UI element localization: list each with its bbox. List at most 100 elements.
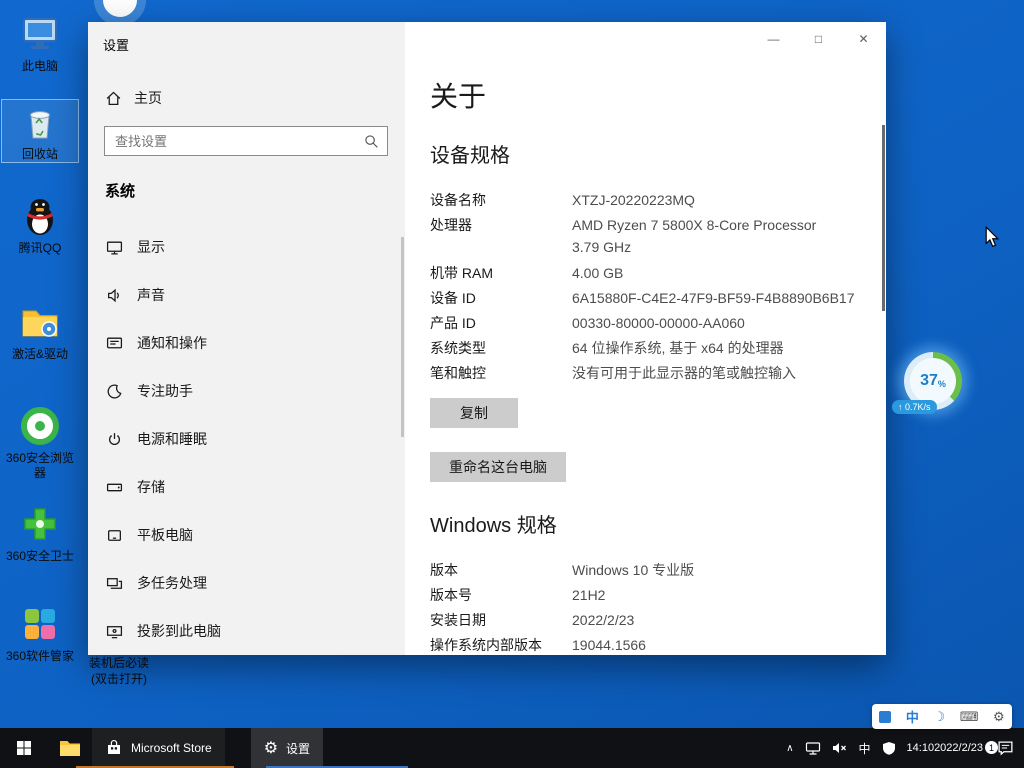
desktop-icon-recycle-bin[interactable]: 回收站 [2,100,78,162]
sidebar-home-label: 主页 [134,88,162,108]
spec-row: 安装日期 2022/2/23 [430,608,886,633]
spec-label: 版本号 [430,583,572,608]
window-title: 设置 [103,35,129,54]
copy-button[interactable]: 复制 [430,398,518,428]
360-manager-icon [18,602,62,646]
sidebar-item-projecting[interactable]: 投影到此电脑 [88,607,405,655]
network-icon[interactable] [805,741,821,756]
sidebar-item-display[interactable]: 显示 [88,223,405,271]
defender-shield-icon[interactable] [882,741,896,756]
ime-indicator[interactable]: 中 [859,740,871,757]
minimize-button[interactable]: — [751,22,796,55]
spec-label: 操作系统内部版本 [430,633,572,655]
home-icon [105,90,122,107]
desktop-icon-360-manager[interactable]: 360软件管家 [2,602,78,664]
taskbar-microsoft-store[interactable]: Microsoft Store [92,728,225,768]
tray-expand-chevron[interactable]: ∧ [786,743,793,754]
windows-spec-rows: 版本 Windows 10 专业版 版本号 21H2 安装日期 2022/2/2… [430,558,886,655]
spec-value: Windows 10 专业版 [572,558,694,583]
percent-unit: % [938,379,946,389]
desktop-icon-label: 此电脑 [2,59,78,74]
sidebar-item-multitasking[interactable]: 多任务处理 [88,559,405,607]
speed-ball-widget[interactable]: 37 % ↑ 0.7K/s [904,352,962,410]
nav-label: 存储 [137,477,165,497]
power-icon [106,431,123,448]
search-icon[interactable] [364,134,379,149]
sidebar-item-sound[interactable]: 声音 [88,271,405,319]
keyboard-icon[interactable]: ⌨ [960,709,979,725]
device-spec-rows: 设备名称 XTZJ-20220223MQ 处理器 AMD Ryzen 7 580… [430,188,886,386]
spec-value: 2022/2/23 [572,608,634,633]
desktop-icon-label: 360软件管家 [2,649,78,664]
spec-row: 笔和触控 没有可用于此显示器的笔或触控输入 [430,361,886,386]
rename-pc-button[interactable]: 重命名这台电脑 [430,452,566,482]
spec-row: 操作系统内部版本 19044.1566 [430,633,886,655]
desktop-icon-qq[interactable]: 腾讯QQ [2,194,78,256]
recycle-bin-icon [18,100,62,144]
display-icon [106,239,123,256]
spec-value: 没有可用于此显示器的笔或触控输入 [572,361,796,386]
taskbar: Microsoft Store ⚙ 设置 ∧ 中 14:10 2022/2/23… [0,728,1024,768]
sidebar-item-focus-assist[interactable]: 专注助手 [88,367,405,415]
start-button[interactable] [0,728,48,768]
sidebar-item-storage[interactable]: 存储 [88,463,405,511]
nav-label: 通知和操作 [137,333,207,353]
gear-icon[interactable]: ⚙ [993,709,1005,725]
spec-value: 4.00 GB [572,261,623,286]
desktop-icon-readme-label[interactable]: 装机后必读(双击打开) [86,655,152,687]
settings-label: 设置 [286,740,310,757]
sidebar-item-tablet[interactable]: 平板电脑 [88,511,405,559]
file-explorer-button[interactable] [48,728,92,768]
gear-icon: ⚙ [264,738,278,758]
spec-label: 处理器 [430,213,572,261]
system-tray: ∧ 中 14:10 2022/2/23 1 [786,728,1024,768]
spec-label: 机带 RAM [430,261,572,286]
spec-row: 版本号 21H2 [430,583,886,608]
nav-label: 投影到此电脑 [137,621,221,641]
desktop-icon-label: 腾讯QQ [2,241,78,256]
notification-badge: 1 [985,741,998,754]
this-pc-icon [18,12,62,56]
sidebar-item-notifications[interactable]: 通知和操作 [88,319,405,367]
desktop-icon-activation-driver[interactable]: 激活&驱动 [2,300,78,362]
spec-row: 设备名称 XTZJ-20220223MQ [430,188,886,213]
desktop-icon-label: 360安全卫士 [2,549,78,564]
sidebar-item-home[interactable]: 主页 [105,88,162,108]
tablet-icon [106,527,123,544]
settings-sidebar: 设置 主页 系统 显示 声音 通知和操作 专注 [88,22,405,655]
close-button[interactable]: ✕ [841,22,886,55]
nav-label: 显示 [137,237,165,257]
action-center-button[interactable]: 1 [994,740,1016,756]
spec-value: 21H2 [572,583,605,608]
nav-label: 多任务处理 [137,573,207,593]
settings-search [104,126,388,156]
spec-label: 安装日期 [430,608,572,633]
ime-mode-toggle[interactable]: 中 [906,707,919,726]
notifications-icon [106,335,123,352]
moon-icon[interactable]: ☽ [933,709,945,725]
volume-muted-icon[interactable] [832,741,848,755]
desktop-icon-this-pc[interactable]: 此电脑 [2,12,78,74]
spec-label: 笔和触控 [430,361,572,386]
up-arrow-icon: ↑ [898,402,903,412]
spec-row: 产品 ID 00330-80000-00000-AA060 [430,311,886,336]
desktop-icon-360-browser[interactable]: 360安全浏览器 [2,404,78,481]
nav-label: 电源和睡眠 [137,429,207,449]
spec-row: 机带 RAM 4.00 GB [430,261,886,286]
sound-icon [106,287,123,304]
settings-window: 设置 主页 系统 显示 声音 通知和操作 专注 [88,22,886,655]
spec-value: XTZJ-20220223MQ [572,188,695,213]
taskbar-settings[interactable]: ⚙ 设置 [251,728,323,768]
search-input[interactable] [104,126,388,156]
folder-icon [58,737,82,759]
sidebar-item-power-sleep[interactable]: 电源和睡眠 [88,415,405,463]
ime-grid-icon[interactable] [879,711,891,723]
percent-value: 37 [920,372,938,390]
maximize-button[interactable]: □ [796,22,841,55]
tray-clock[interactable]: 14:10 2022/2/23 [907,742,983,755]
sidebar-scrollbar[interactable] [401,237,404,437]
mouse-cursor [984,226,1000,253]
content-scrollbar[interactable] [882,125,885,311]
desktop-icon-360-safe[interactable]: 360安全卫士 [2,502,78,564]
windows-spec-heading: Windows 规格 [430,512,886,540]
